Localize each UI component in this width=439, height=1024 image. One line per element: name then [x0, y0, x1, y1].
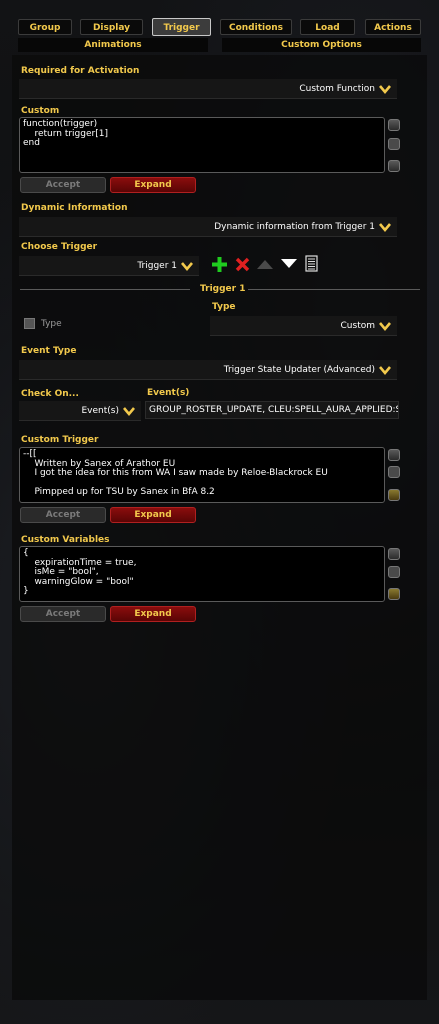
- duplicate-trigger-icon[interactable]: [305, 255, 318, 272]
- tab-trigger[interactable]: Trigger: [152, 18, 211, 36]
- custom-trigger-editor[interactable]: --[[ Written by Sanex of Arathor EU I go…: [19, 447, 385, 503]
- tab-display[interactable]: Display: [80, 19, 143, 35]
- scroll-thumb[interactable]: [388, 466, 400, 478]
- custom-expand-button[interactable]: Expand: [110, 177, 196, 193]
- type-value: Custom: [340, 321, 375, 331]
- required-activation-value: Custom Function: [299, 84, 375, 94]
- scroll-up-button[interactable]: [388, 449, 400, 461]
- trigger-header: Trigger 1: [200, 284, 246, 294]
- chevron-down-icon: [379, 85, 391, 95]
- custom-trigger-accept-button[interactable]: Accept: [20, 507, 106, 523]
- scroll-down-button[interactable]: [388, 489, 400, 501]
- dynamic-info-label: Dynamic Information: [21, 203, 128, 213]
- event-type-value: Trigger State Updater (Advanced): [223, 365, 375, 375]
- check-on-value: Event(s): [81, 406, 120, 416]
- trigger-options-panel: [12, 55, 427, 1000]
- scroll-down-button[interactable]: [388, 588, 400, 600]
- choose-trigger-dropdown[interactable]: Trigger 1: [19, 256, 199, 276]
- tab-conditions[interactable]: Conditions: [220, 19, 292, 35]
- chevron-down-icon: [123, 407, 135, 417]
- tab-custom-options[interactable]: Custom Options: [222, 38, 421, 52]
- custom-trigger-label: Custom Trigger: [21, 435, 99, 445]
- add-trigger-icon[interactable]: [211, 256, 228, 273]
- custom-function-editor[interactable]: function(trigger) return trigger[1] end: [19, 117, 385, 173]
- custom-variables-editor[interactable]: { expirationTime = true, isMe = "bool", …: [19, 546, 385, 602]
- divider-right: [248, 289, 420, 290]
- tab-group[interactable]: Group: [18, 19, 72, 35]
- custom-trigger-expand-button[interactable]: Expand: [110, 507, 196, 523]
- custom-trigger-code: --[[ Written by Sanex of Arathor EU I go…: [23, 449, 328, 497]
- custom-accept-button[interactable]: Accept: [20, 177, 106, 193]
- tab-load[interactable]: Load: [300, 19, 355, 35]
- chevron-down-icon: [379, 223, 391, 233]
- required-activation-label: Required for Activation: [21, 66, 140, 76]
- chevron-down-icon: [181, 262, 193, 272]
- chevron-down-icon: [379, 322, 391, 332]
- event-type-dropdown[interactable]: Trigger State Updater (Advanced): [19, 360, 397, 380]
- check-on-dropdown[interactable]: Event(s): [19, 401, 141, 421]
- delete-trigger-icon[interactable]: [235, 257, 250, 272]
- custom-variables-accept-button[interactable]: Accept: [20, 606, 106, 622]
- custom-variables-code: { expirationTime = true, isMe = "bool", …: [23, 548, 137, 596]
- choose-trigger-label: Choose Trigger: [21, 242, 98, 252]
- custom-function-label: Custom: [21, 106, 60, 116]
- move-down-icon[interactable]: [280, 258, 298, 270]
- scroll-down-button[interactable]: [388, 160, 400, 172]
- tab-animations[interactable]: Animations: [18, 38, 208, 52]
- chevron-down-icon: [379, 366, 391, 376]
- dynamic-info-value: Dynamic information from Trigger 1: [214, 222, 375, 232]
- choose-trigger-value: Trigger 1: [137, 261, 177, 271]
- scroll-thumb[interactable]: [388, 566, 400, 578]
- custom-variables-label: Custom Variables: [21, 535, 110, 545]
- move-up-icon[interactable]: [256, 258, 274, 270]
- check-on-label: Check On...: [21, 389, 79, 399]
- scroll-up-button[interactable]: [388, 119, 400, 131]
- events-input[interactable]: GROUP_ROSTER_UPDATE, CLEU:SPELL_AURA_APP…: [145, 401, 399, 419]
- dynamic-info-dropdown[interactable]: Dynamic information from Trigger 1: [19, 217, 397, 237]
- custom-variables-expand-button[interactable]: Expand: [110, 606, 196, 622]
- required-activation-dropdown[interactable]: Custom Function: [19, 79, 397, 99]
- event-type-label: Event Type: [21, 346, 77, 356]
- type-checkbox-label: Type: [41, 319, 62, 329]
- divider-left: [20, 289, 190, 290]
- custom-function-code: function(trigger) return trigger[1] end: [23, 119, 108, 148]
- type-checkbox[interactable]: [24, 318, 35, 329]
- type-dropdown[interactable]: Custom: [210, 316, 397, 336]
- scroll-up-button[interactable]: [388, 548, 400, 560]
- tab-actions[interactable]: Actions: [365, 19, 421, 35]
- events-label: Event(s): [147, 388, 190, 398]
- type-label: Type: [212, 302, 236, 312]
- scroll-thumb[interactable]: [388, 138, 400, 150]
